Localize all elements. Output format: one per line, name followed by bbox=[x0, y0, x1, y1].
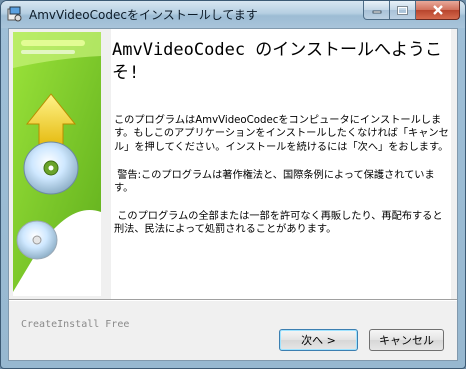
title-bar[interactable]: AmvVideoCodecをインストールしてます bbox=[1, 1, 465, 28]
cancel-button[interactable]: キャンセル bbox=[369, 329, 444, 351]
next-button[interactable]: 次へ > bbox=[279, 329, 358, 351]
welcome-panel: AmvVideoCodec のインストールへようこそ! このプログラムはAmvV… bbox=[111, 29, 451, 299]
minimize-icon bbox=[372, 10, 381, 14]
close-icon bbox=[432, 5, 443, 15]
installer-window: AmvVideoCodecをインストールしてます AmvVideoCodec の… bbox=[0, 0, 466, 369]
welcome-heading: AmvVideoCodec のインストールへようこそ! bbox=[112, 40, 442, 83]
installer-banner-image bbox=[13, 32, 101, 296]
brand-label: CreateInstall Free bbox=[21, 319, 130, 330]
maximize-button[interactable] bbox=[390, 1, 416, 20]
warning-text: 警告:このプログラムは著作権法と、国際条例によって保護されています。 bbox=[114, 170, 435, 195]
minimize-button[interactable] bbox=[363, 1, 390, 20]
maximize-icon bbox=[397, 5, 408, 15]
installer-icon bbox=[7, 6, 22, 22]
wizard-body: AmvVideoCodec のインストールへようこそ! このプログラムはAmvV… bbox=[8, 28, 458, 361]
caption-buttons bbox=[363, 1, 460, 20]
window-title: AmvVideoCodecをインストールしてます bbox=[29, 8, 258, 22]
redistribution-text: このプログラムの全部または一部を許可なく再販したり、再配布すると刑法、民法によっ… bbox=[114, 211, 443, 236]
intro-text: このプログラムはAmvVideoCodecをコンピュータにインストールします。も… bbox=[114, 115, 449, 153]
close-button[interactable] bbox=[416, 1, 460, 20]
footer-divider bbox=[9, 299, 457, 301]
